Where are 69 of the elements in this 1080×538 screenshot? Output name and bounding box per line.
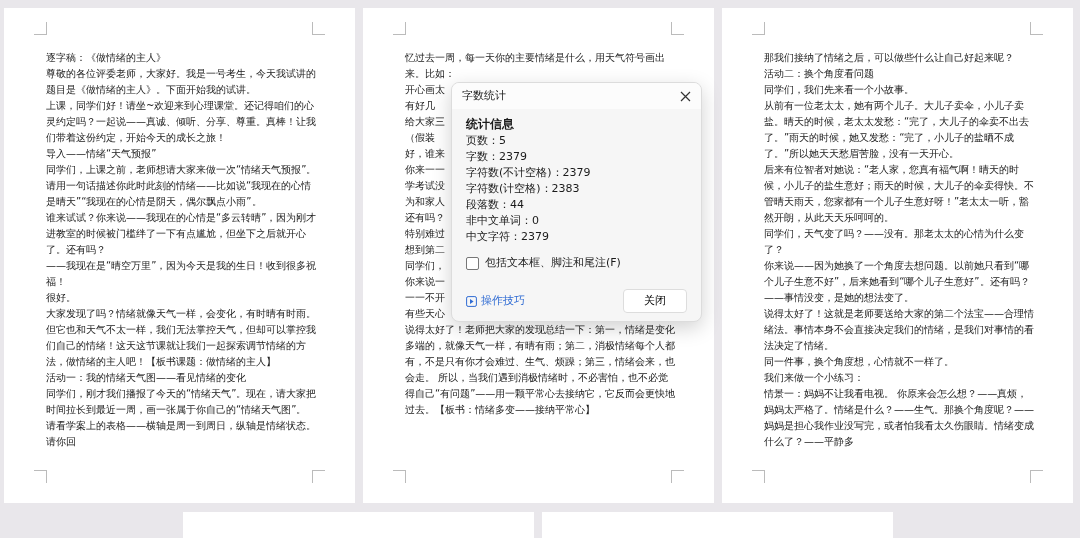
text-fragment: 同学们， (405, 259, 446, 273)
stat-line: 字符数(不计空格)：2379 (466, 165, 592, 181)
corner-mark (34, 470, 47, 483)
corner-mark (671, 470, 684, 483)
corner-mark (34, 22, 47, 35)
paragraph: 从前有一位老太太，她有两个儿子。大儿子卖伞，小儿子卖盐。晴天的时候，老太太发愁：“完了，大儿子的伞卖不出去了。”雨天的时候，她又发愁：“完了，小儿子的盐晒不成了。”所以她天天愁眉苦脸，没有一天开心。 (764, 99, 1031, 161)
paragraph: 很好。 (46, 291, 77, 305)
text-fragment: 为和家人 (405, 195, 446, 209)
paragraph: 导入——情绪“天气预报” (46, 147, 158, 161)
text-fragment: 好，谁来 (405, 147, 446, 161)
paragraph: 逐字稿：《做情绪的主人》 (46, 51, 167, 65)
paragraph: 活动二：换个角度看问题 (764, 67, 875, 81)
text-fragment: 有些天心 (405, 307, 446, 321)
link-text: 操作技巧 (481, 293, 525, 309)
paragraph: 同学们，天气变了吗？——没有。那老太太的心情为什么变了？ (764, 227, 1025, 257)
text-fragment: 一一不开 (405, 291, 446, 305)
close-icon[interactable] (680, 90, 691, 102)
paragraph: 我们来做一个小练习： (764, 371, 865, 385)
paragraph: 说得太好了！这就是老师要送给大家的第二个法宝——合理情绪法。事情本身不会直接决定我们的情绪，是我们对事情的看法决定了情绪。 (764, 307, 1035, 353)
paragraph: 谁来试试？你来说——我现在的心情是“多云转晴”，因为刚才进教室的时候被门槛绊了一下有点尴尬，但坐下之后就开心了。还有吗？ (46, 211, 317, 257)
stat-line: 字符数(计空格)：2383 (466, 181, 581, 197)
text-fragment: 想到第二 (405, 243, 446, 257)
paragraph: 你来说——因为她换了一个角度去想问题。以前她只看到“哪个儿子生意不好”，后来她看到“哪个儿子生意好”。还有吗？——事情没变，是她的想法变了。 (764, 259, 1031, 305)
paragraph: 同学们，刚才我们播报了今天的“情绪天气”。现在，请大家把时间拉长到最近一周，画一张属于你自己的“情绪天气图”。 (46, 387, 317, 417)
corner-mark (1030, 22, 1043, 35)
paragraph: 大家发现了吗？情绪就像天气一样，会变化，有时晴有时雨。但它也和天气不太一样，我们无法掌控天气，但却可以掌控我们自己的情绪！这天这节课就让我们一起探索调节情绪的方法，做情绪的主人吧！【板书课题：做情绪的主人】 (46, 307, 317, 369)
paragraph: 同学们，我们先来看一个小故事。 (764, 83, 915, 97)
text-fragment: 特别难过 (405, 227, 446, 241)
stat-line: 段落数：44 (466, 197, 525, 213)
text-fragment: 学考试没 (405, 179, 446, 193)
corner-mark (393, 470, 406, 483)
checkbox[interactable] (466, 256, 479, 270)
paragraph: 活动一：我的情绪天气图——看见情绪的变化 (46, 371, 247, 385)
text-fragment: 你来一一 (405, 163, 446, 177)
close-button[interactable]: 关闭 (623, 289, 687, 313)
stat-line: 非中文单词：0 (466, 213, 540, 229)
corner-mark (1030, 470, 1043, 483)
checkbox-label: 包括文本框、脚注和尾注(F) (485, 255, 621, 271)
text-fragment: 有好几 (405, 99, 436, 113)
paragraph: 情景一：妈妈不让我看电视。 你原来会怎么想？——真烦，妈妈太严格了。情绪是什么？——生气。那换个角度呢？——妈妈是担心我作业没写完，或者怕我看太久伤眼睛。情绪变成什么了？——平静多 (764, 387, 1035, 449)
paragraph: 后来有位智者对她说：“老人家，您真有福气啊！晴天的时候，小儿子的盐生意好；雨天的时候，大儿子的伞卖得快。不管晴天雨天，您家都有一个儿子生意好呀！”老太太一听，豁然开朗，从此天天乐呵呵的。 (764, 163, 1035, 225)
tips-link[interactable]: 操作技巧 (466, 293, 525, 309)
paragraph: 忆过去一周，每一天你的主要情绪是什么，用天气符号画出来。比如： (405, 51, 666, 81)
paragraph: ——我现在是“晴空万里”，因为今天是我的生日！收到很多祝福！ (46, 259, 317, 289)
stat-line: 页数：5 (466, 133, 507, 149)
corner-mark (752, 470, 765, 483)
text-fragment: 给大家三 (405, 115, 446, 129)
paragraph: 那我们接纳了情绪之后，可以做些什么让自己好起来呢？ (764, 51, 1015, 65)
paragraph: 上课，同学们好！请坐~欢迎来到心理课堂。还记得咱们的心灵约定吗？一起说——真诚、倾听、分享、尊重。真棒！让我们带着这份约定，开始今天的成长之旅！ (46, 99, 317, 145)
text-fragment: 你来说一 (405, 275, 446, 289)
stat-line: 中文字符：2379 (466, 229, 550, 245)
section-title: 统计信息 (466, 116, 515, 133)
corner-mark (393, 22, 406, 35)
corner-mark (671, 22, 684, 35)
paragraph: 同一件事，换个角度想，心情就不一样了。 (764, 355, 955, 369)
checkbox-option[interactable]: 包括文本框、脚注和尾注(F) (466, 255, 687, 271)
text-fragment: 开心画太 (405, 83, 446, 97)
corner-mark (312, 22, 325, 35)
corner-mark (752, 22, 765, 35)
paragraph: 同学们，上课之前，老师想请大家来做一次“情绪天气预报”。请用一句话描述你此时此刻的情绪——比如说“我现在的心情是晴天”“我现在的心情是阴天，偶尔飘点小雨”。 (46, 163, 317, 209)
corner-mark (312, 470, 325, 483)
paragraph: 尊敬的各位评委老师，大家好。我是一号考生，今天我试讲的题目是《做情绪的主人》。下面开始我的试讲。 (46, 67, 317, 97)
paragraph: 请看学案上的表格——横轴是周一到周日，纵轴是情绪状态。请你回 (46, 419, 317, 449)
dialog-title: 字数统计 (462, 88, 506, 104)
stat-line: 字数：2379 (466, 149, 528, 165)
paragraph: 说得太好了！老师把大家的发现总结一下：第一，情绪是变化多端的，就像天气一样，有晴有雨；第二，消极情绪每个人都有，不是只有你才会难过、生气、烦躁；第三，情绪会来，也会走。 所以，当我们遇到消极情绪时，不必害怕，也不必觉得自己“有问题”——用一颗平常心去接纳它，它反而会更快地过去。【板书：情绪多变——接纳平常心】 (405, 323, 676, 417)
text-fragment: 还有吗？ (405, 211, 446, 225)
text-fragment: （假装 (405, 131, 436, 145)
play-icon (466, 295, 477, 307)
